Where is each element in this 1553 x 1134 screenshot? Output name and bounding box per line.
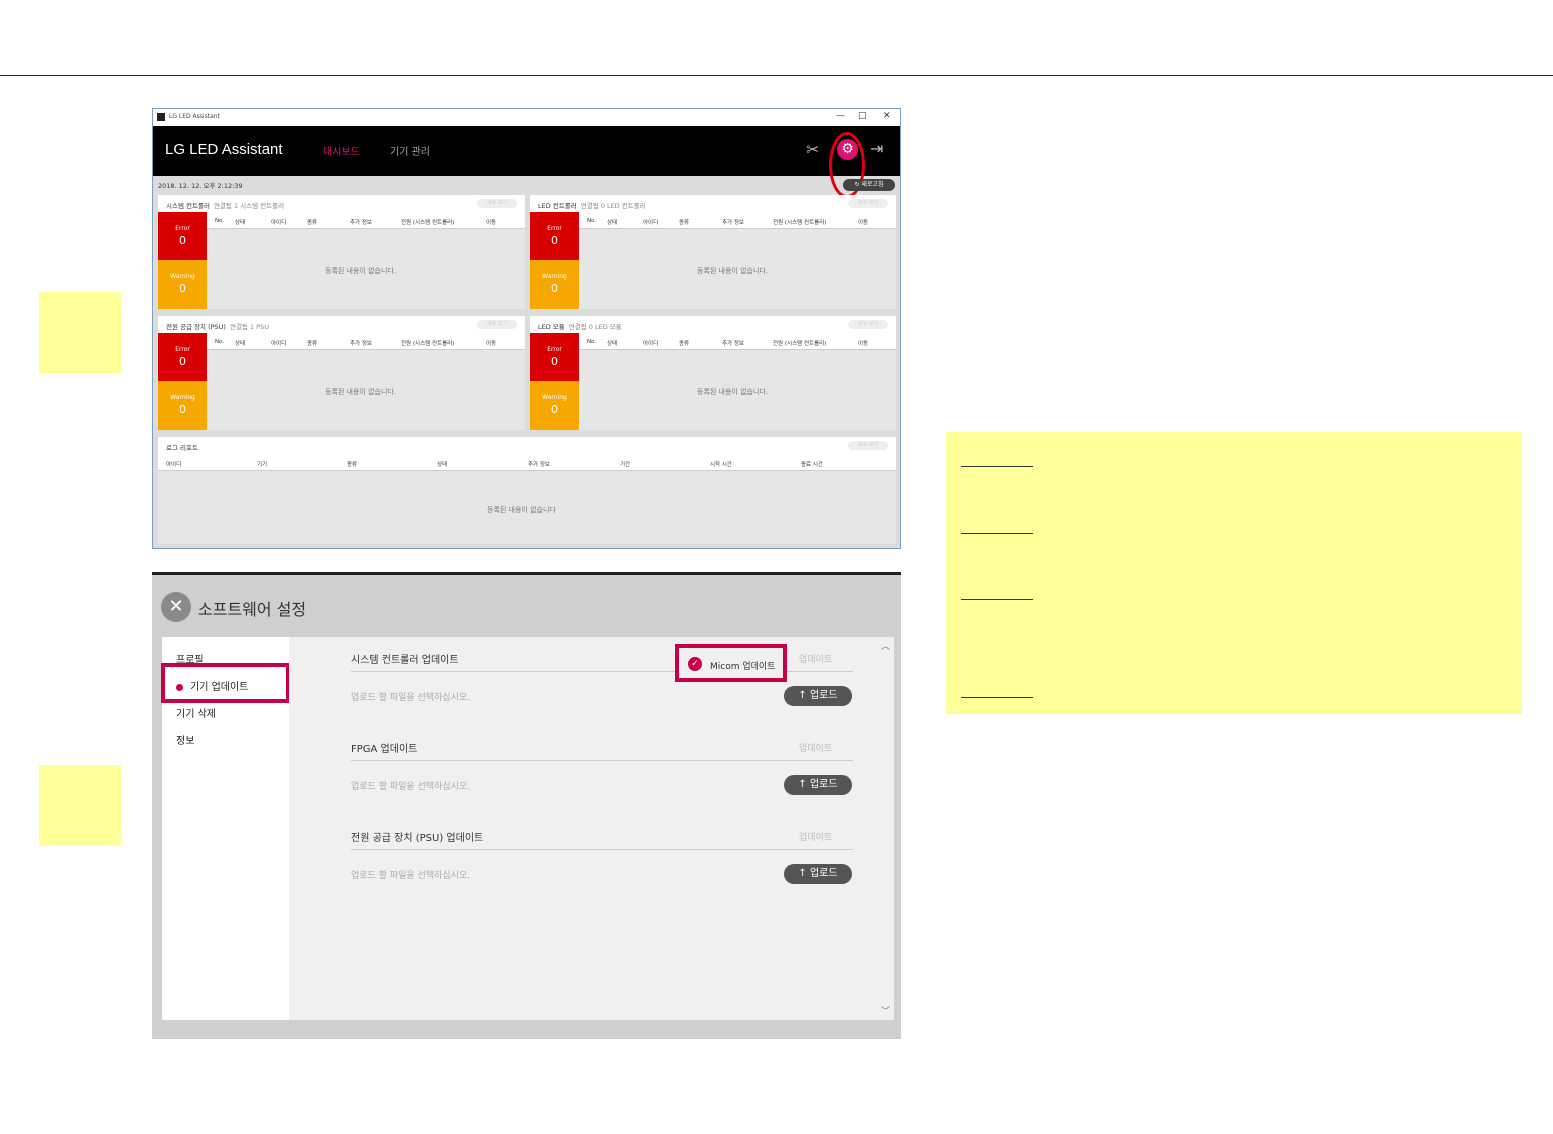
file-placeholder[interactable]: 업로드 할 파일을 선택하십시오. xyxy=(351,868,470,881)
check-icon: ✓ xyxy=(688,657,702,671)
current-datetime: 2018. 12. 12. 오후 2:12:39 xyxy=(158,182,243,190)
warning-count-box: Warning 0 xyxy=(530,381,579,430)
panel-title: LED 컨트롤러 연결됨 0 LED 컨트롤러 xyxy=(538,202,646,210)
note-line-1 xyxy=(961,466,1033,467)
panel-title: 시스템 컨트롤러 연결됨 1 시스템 컨트롤러 xyxy=(166,202,285,210)
sticky-note-1 xyxy=(39,292,121,373)
upload-button[interactable]: ↑ 업로드 xyxy=(784,686,852,706)
note-line-3 xyxy=(961,599,1033,600)
sticky-note-2 xyxy=(39,765,121,846)
psu-panel: 전원 공급 장치 (PSU) 연결됨 1 PSU 모두 보기 No. 상태 아이디 종류 추… xyxy=(158,316,525,430)
close-button[interactable]: ✕ xyxy=(883,111,891,121)
micom-label: Micom 업데이트 xyxy=(710,662,776,672)
micom-update-option[interactable]: ✓ Micom 업데이트 xyxy=(675,644,787,682)
warning-count-box: Warning 0 xyxy=(158,260,207,309)
scroll-up-icon[interactable]: ︿ xyxy=(881,639,890,652)
refresh-button[interactable]: ↻ 새로고침 xyxy=(843,179,895,191)
empty-message: 등록된 내용이 없습니다. xyxy=(325,388,397,396)
view-all-button[interactable]: 모두 보기 xyxy=(848,320,888,329)
sticky-note-3 xyxy=(946,432,1522,714)
app-icon xyxy=(157,113,165,121)
app-header: LG LED Assistant 대시보드 기기 관리 ✂ ⚙ ⇥ xyxy=(153,126,900,198)
error-count-box: Error 0 xyxy=(158,212,207,260)
software-settings-window: ✕ 소프트웨어 설정 프로필 기기 업데이트 기기 삭제 정보 ︿ ﹀ 시스템 … xyxy=(152,572,901,1039)
window-title: LG LED Assistant xyxy=(169,113,220,120)
upload-icon: ↑ xyxy=(798,868,810,879)
nav-dashboard[interactable]: 대시보드 xyxy=(323,143,360,158)
title-bar: LG LED Assistant — □ ✕ xyxy=(153,109,900,126)
empty-message: 등록된 내용이 없습니다. xyxy=(325,267,397,275)
upload-icon: ↑ xyxy=(798,779,810,790)
app-brand: LG LED Assistant xyxy=(165,141,283,158)
panel-title: 전원 공급 장치 (PSU) 연결됨 1 PSU xyxy=(166,323,269,331)
sidebar-item-info[interactable]: 정보 xyxy=(176,732,194,747)
panel-title: 로그 리포트 xyxy=(166,444,198,452)
settings-title: 소프트웨어 설정 xyxy=(198,600,307,619)
empty-message: 등록된 내용이 없습니다 xyxy=(487,506,556,514)
logout-icon[interactable]: ⇥ xyxy=(870,139,883,158)
section-title: 시스템 컨트롤러 업데이트 xyxy=(351,655,459,666)
table-header: No. 상태 아이디 종류 추가 정보 전원 (시스템 컨트롤러) 이동 xyxy=(579,212,896,229)
refresh-label: 새로고침 xyxy=(861,181,884,188)
log-report-panel: 로그 리포트 모두 보기 아이디 기기 종류 상태 추가 정보 기간 시작 시간 종료 시간 등… xyxy=(158,437,896,544)
settings-sidebar: 프로필 기기 업데이트 기기 삭제 정보 xyxy=(161,637,290,1020)
error-count-box: Error 0 xyxy=(530,212,579,260)
nav-device-management[interactable]: 기기 관리 xyxy=(390,143,430,158)
upload-icon: ↑ xyxy=(798,690,810,701)
scroll-down-icon[interactable]: ﹀ xyxy=(881,1004,890,1017)
upload-button[interactable]: ↑ 업로드 xyxy=(784,775,852,795)
note-line-2 xyxy=(961,533,1033,534)
error-count-box: Error 0 xyxy=(530,333,579,381)
update-button[interactable]: 업데이트 xyxy=(799,741,832,754)
table-header: No. 상태 아이디 종류 추가 정보 전원 (시스템 컨트롤러) 이동 xyxy=(579,333,896,350)
update-button[interactable]: 업데이트 xyxy=(799,830,832,843)
divider xyxy=(351,849,853,850)
section-title: FPGA 업데이트 xyxy=(351,744,418,755)
highlight-box xyxy=(161,663,290,703)
section-title: 전원 공급 장치 (PSU) 업데이트 xyxy=(351,833,484,844)
sidebar-item-device-delete[interactable]: 기기 삭제 xyxy=(176,705,216,720)
view-all-button[interactable]: 모두 보기 xyxy=(848,441,888,450)
table-header: No. 상태 아이디 종류 추가 정보 전원 (시스템 컨트롤러) 이동 xyxy=(207,212,525,229)
led-controller-panel: LED 컨트롤러 연결됨 0 LED 컨트롤러 모두 보기 No. 상태 아이디 종류 추가… xyxy=(530,195,896,309)
empty-message: 등록된 내용이 없습니다. xyxy=(697,267,769,275)
view-all-button[interactable]: 모두 보기 xyxy=(848,199,888,208)
warning-count-box: Warning 0 xyxy=(158,381,207,430)
file-placeholder[interactable]: 업로드 할 파일을 선택하십시오. xyxy=(351,690,470,703)
error-count-box: Error 0 xyxy=(158,333,207,381)
upload-button[interactable]: ↑ 업로드 xyxy=(784,864,852,884)
view-all-button[interactable]: 모두 보기 xyxy=(477,199,517,208)
view-all-button[interactable]: 모두 보기 xyxy=(477,320,517,329)
maximize-button[interactable]: □ xyxy=(858,111,867,121)
settings-content: ︿ ﹀ 시스템 컨트롤러 업데이트 업데이트 업로드 할 파일을 선택하십시오.… xyxy=(289,637,894,1020)
empty-message: 등록된 내용이 없습니다. xyxy=(697,388,769,396)
note-line-4 xyxy=(961,697,1033,698)
file-placeholder[interactable]: 업로드 할 파일을 선택하십시오. xyxy=(351,779,470,792)
close-settings-button[interactable]: ✕ xyxy=(161,592,191,622)
panel-title: LED 모듈 연결됨 0 LED 모듈 xyxy=(538,323,622,331)
warning-count-box: Warning 0 xyxy=(530,260,579,309)
page-divider xyxy=(0,75,1553,76)
table-header: 아이디 기기 종류 상태 추가 정보 기간 시작 시간 종료 시간 xyxy=(158,454,896,471)
system-controller-panel: 시스템 컨트롤러 연결됨 1 시스템 컨트롤러 모두 보기 No. 상태 아이디 종류 추가… xyxy=(158,195,525,309)
dashboard-window: LG LED Assistant — □ ✕ LG LED Assistant … xyxy=(152,108,901,549)
update-button[interactable]: 업데이트 xyxy=(799,652,832,665)
divider xyxy=(351,760,853,761)
minimize-button[interactable]: — xyxy=(836,111,845,121)
table-header: No. 상태 아이디 종류 추가 정보 전원 (시스템 컨트롤러) 이동 xyxy=(207,333,525,350)
tools-icon[interactable]: ✂ xyxy=(806,140,819,159)
led-module-panel: LED 모듈 연결됨 0 LED 모듈 모두 보기 No. 상태 아이디 종류 추가 정보 전… xyxy=(530,316,896,430)
